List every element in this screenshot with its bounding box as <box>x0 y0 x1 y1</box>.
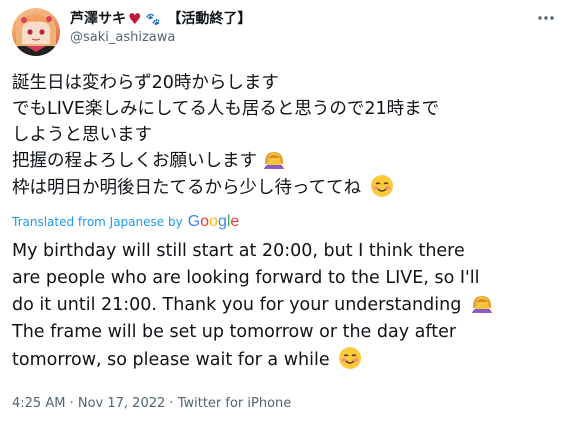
tweet-line: My birthday will still start at 20:00, b… <box>12 241 465 261</box>
heart-icon: ♥ <box>128 10 142 28</box>
google-logo: Google <box>188 213 240 231</box>
tweet-line: しようと思います <box>12 125 152 145</box>
profile-avatar[interactable] <box>12 8 60 56</box>
tweet-line: 枠は明日か明後日たてるから少し待っててね <box>12 178 362 198</box>
tweet-line: are people who are looking forward to th… <box>12 268 480 288</box>
avatar-illustration <box>14 10 58 56</box>
more-options-icon[interactable] <box>534 6 558 30</box>
tweet-translated-text: My birthday will still start at 20:00, b… <box>12 238 568 374</box>
tweet-original-text: 誕生日は変わらず20時からします でもLIVE楽しみにしてる人も居ると思うので2… <box>12 70 568 201</box>
tweet-metadata: 4:25 AM · Nov 17, 2022 · Twitter for iPh… <box>12 395 291 413</box>
google-letter: G <box>187 213 201 230</box>
paw-prints-icon: 🐾 <box>145 12 162 26</box>
person-bowing-emoji <box>263 152 284 169</box>
tweet-line: The frame will be set up tomorrow or the… <box>12 322 457 342</box>
google-letter: g <box>217 213 227 230</box>
google-letter: o <box>200 213 210 230</box>
author-handle[interactable]: @saki_ashizawa <box>70 29 175 47</box>
tweet-line-with-emoji: tomorrow, so please wait for a while <box>12 346 568 374</box>
tweet-line-with-emoji: 把握の程よろしくお願いします <box>12 148 568 174</box>
tweet-line-with-emoji: 枠は明日か明後日たてるから少し待っててね <box>12 174 568 201</box>
author-name-row[interactable]: 芦澤サキ ♥ 🐾 【活動終了】 <box>70 9 251 29</box>
smiling-face-emoji <box>339 347 362 369</box>
translation-attribution[interactable]: Translated from Japanese by Google <box>12 213 239 231</box>
tweet-line: do it until 21:00. Thank you for your un… <box>12 295 462 315</box>
tweet-line: tomorrow, so please wait for a while <box>12 350 330 370</box>
google-letter: o <box>209 213 218 230</box>
tweet-date[interactable]: Nov 17, 2022 <box>78 396 165 411</box>
tweet-line-with-emoji: do it until 21:00. Thank you for your un… <box>12 292 568 319</box>
tweet-line: でもLIVE楽しみにしてる人も居ると思うので21時まで <box>12 99 440 119</box>
tweet-source: Twitter for iPhone <box>177 396 292 411</box>
tweet-line: 誕生日は変わらず20時からします <box>12 73 279 93</box>
translated-from-label[interactable]: Translated from Japanese by <box>12 213 183 231</box>
author-name[interactable]: 芦澤サキ <box>70 9 126 29</box>
smiling-face-emoji <box>370 175 393 197</box>
google-letter: e <box>230 213 240 230</box>
separator: · <box>69 396 74 411</box>
separator: · <box>169 396 174 411</box>
tweet-time[interactable]: 4:25 AM <box>12 396 65 411</box>
person-bowing-emoji <box>471 296 492 313</box>
author-status: 【活動終了】 <box>167 11 252 27</box>
tweet-line: 把握の程よろしくお願いします <box>12 151 257 171</box>
